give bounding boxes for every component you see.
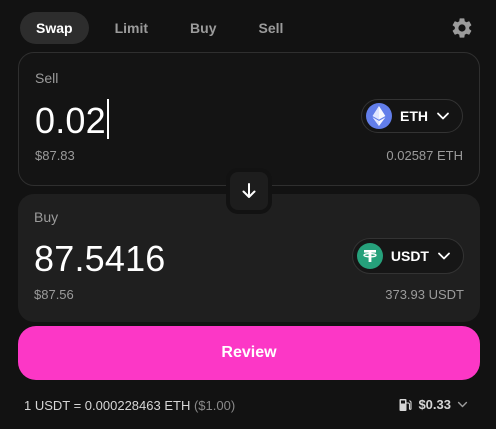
arrow-down-icon bbox=[242, 183, 256, 198]
tether-icon bbox=[356, 243, 383, 269]
sell-token-symbol: ETH bbox=[400, 108, 428, 124]
gas-fee-value: $0.33 bbox=[418, 397, 451, 412]
chevron-down-icon bbox=[438, 252, 450, 260]
tab-buy[interactable]: Buy bbox=[174, 12, 232, 44]
sell-fiat-value: $87.83 bbox=[35, 148, 75, 163]
tab-swap[interactable]: Swap bbox=[20, 12, 89, 44]
buy-token-balance: 373.93 USDT bbox=[385, 287, 464, 302]
tab-sell[interactable]: Sell bbox=[242, 12, 299, 44]
gas-fee[interactable]: $0.33 bbox=[398, 397, 468, 412]
gas-pump-icon bbox=[399, 398, 413, 411]
exchange-rate-fiat: ($1.00) bbox=[193, 398, 236, 413]
chevron-down-icon bbox=[457, 401, 468, 408]
sell-token-selector[interactable]: ETH bbox=[361, 99, 463, 133]
sell-panel: Sell 0.02 ETH $87.83 0.02587 ETH bbox=[18, 52, 480, 186]
exchange-rate-text: 1 USDT = 0.000228463 ETH bbox=[24, 398, 191, 413]
buy-amount-input[interactable]: 87.5416 bbox=[34, 238, 166, 280]
swap-mode-tabs: Swap Limit Buy Sell bbox=[20, 12, 309, 44]
swap-direction-button[interactable] bbox=[226, 168, 272, 214]
buy-label: Buy bbox=[34, 209, 59, 225]
text-cursor bbox=[106, 99, 109, 139]
buy-token-symbol: USDT bbox=[390, 248, 429, 264]
tab-limit[interactable]: Limit bbox=[99, 12, 164, 44]
exchange-rate[interactable]: 1 USDT = 0.000228463 ETH ($1.00) bbox=[24, 398, 235, 413]
review-button[interactable]: Review bbox=[18, 326, 480, 380]
sell-label: Sell bbox=[35, 70, 59, 86]
eth-icon bbox=[366, 103, 392, 129]
sell-token-balance[interactable]: 0.02587 ETH bbox=[386, 148, 463, 163]
buy-token-selector[interactable]: USDT bbox=[351, 238, 464, 274]
sell-amount-input[interactable]: 0.02 bbox=[35, 99, 109, 142]
chevron-down-icon bbox=[437, 112, 449, 120]
buy-fiat-value: $87.56 bbox=[34, 287, 74, 302]
gear-icon[interactable] bbox=[450, 16, 474, 40]
